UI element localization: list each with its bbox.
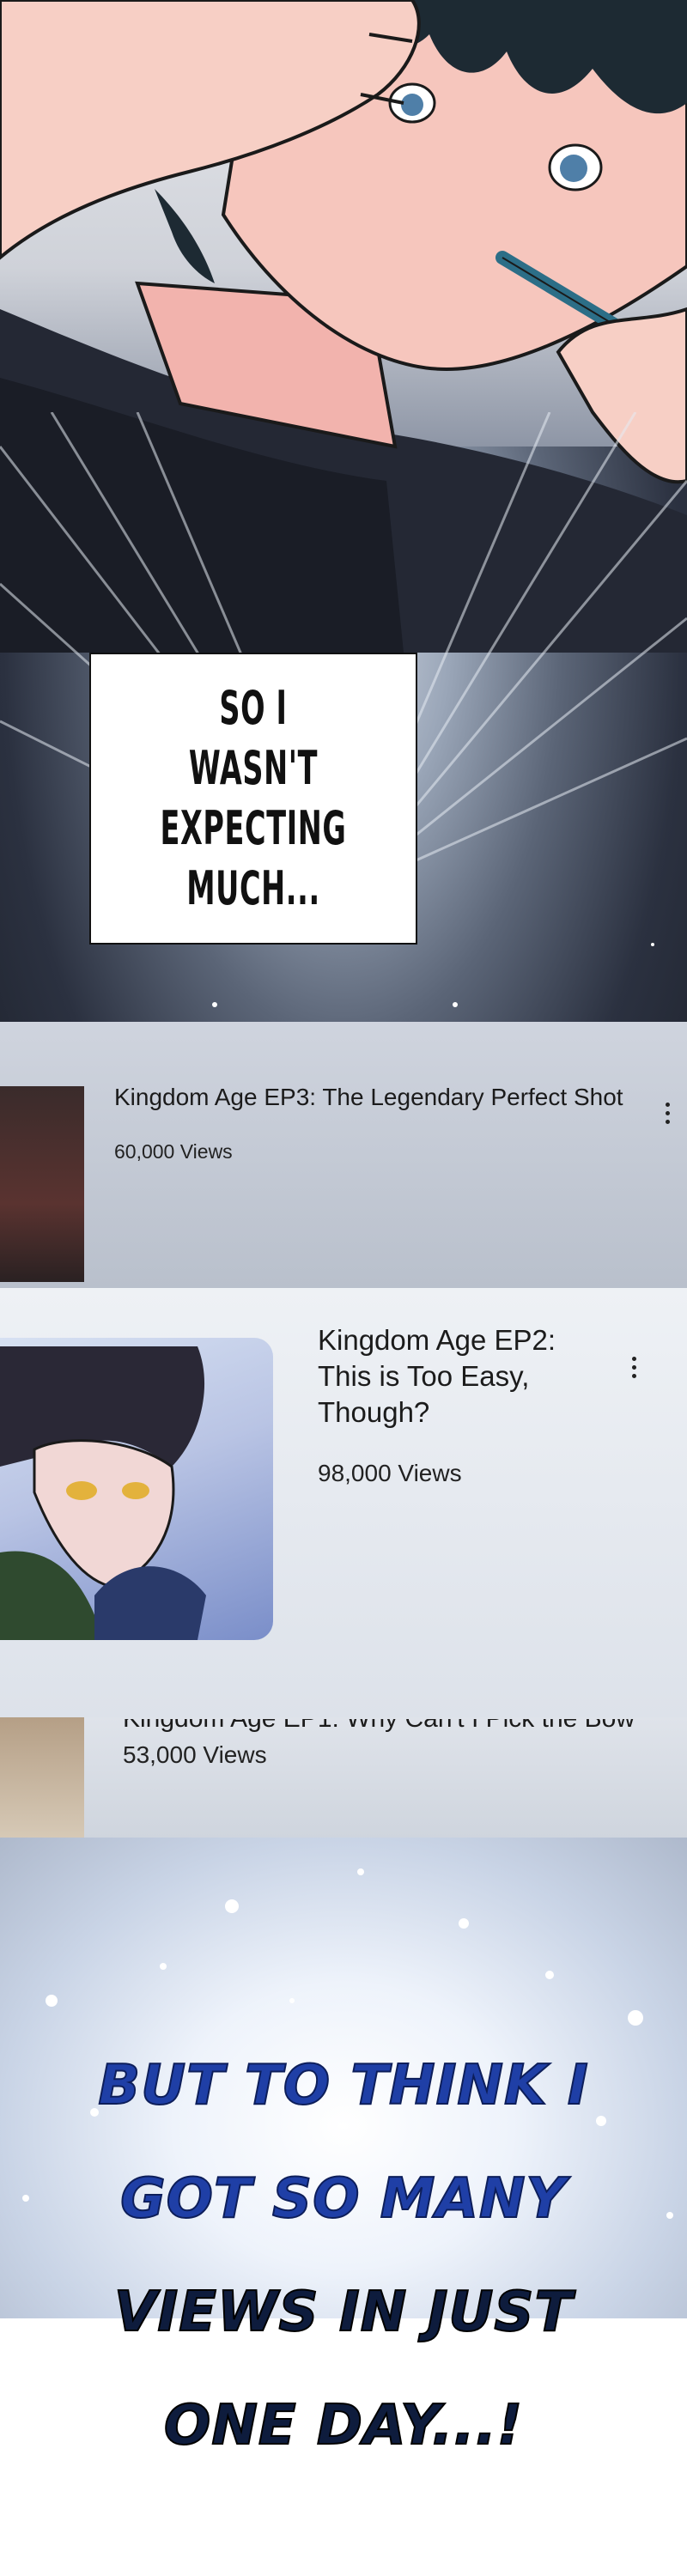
exclamation-line: GOT SO MANY — [119, 2167, 567, 2231]
video-thumbnail[interactable] — [0, 1338, 273, 1640]
exclamation-line: ONE DAY...! — [163, 2394, 524, 2458]
video-views: 60,000 Views — [114, 1140, 233, 1163]
video-views: 53,000 Views — [123, 1741, 267, 1768]
caption-box: SO I WASN'T EXPECTING MUCH... — [89, 653, 417, 945]
exclamation-line: VIEWS IN JUST — [113, 2281, 574, 2344]
exclamation-line: BUT TO THINK I — [97, 2054, 589, 2117]
more-options-icon[interactable] — [663, 1103, 672, 1128]
video-card-ep1[interactable] — [0, 1717, 687, 1838]
video-thumbnail[interactable] — [0, 1717, 84, 1838]
video-thumbnail[interactable] — [0, 1086, 84, 1282]
thumbnail-character-illustration — [0, 1346, 206, 1640]
video-title[interactable]: Kingdom Age EP2: This is Too Easy, Thoug… — [318, 1322, 601, 1431]
video-title[interactable]: Kingdom Age EP3: The Legendary Perfect S… — [114, 1084, 623, 1111]
comic-panel-top: SO I WASN'T EXPECTING MUCH... — [0, 0, 687, 1022]
video-card-ep3[interactable] — [0, 1022, 687, 1288]
exclamation-text: BUT TO THINK I GOT SO MANY VIEWS IN JUST… — [0, 2001, 687, 2511]
caption-text: SO I WASN'T EXPECTING MUCH... — [160, 681, 347, 915]
video-views: 98,000 Views — [318, 1460, 462, 1486]
more-options-icon[interactable] — [629, 1357, 638, 1382]
